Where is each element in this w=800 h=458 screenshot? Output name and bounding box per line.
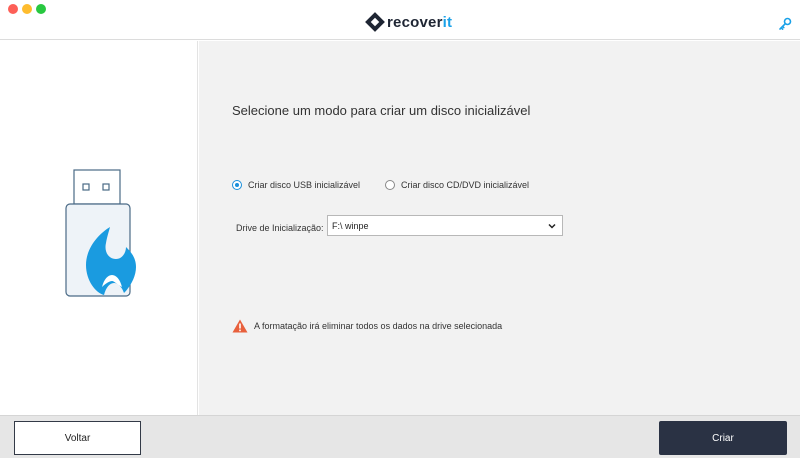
boot-drive-label: Drive de Inicialização: [236,223,324,233]
chevron-down-icon [548,223,556,229]
brand-suffix: it [442,13,453,31]
warning-icon [232,319,248,333]
app-title: recoverit [387,14,452,31]
mode-cd-dvd-label: Criar disco CD/DVD inicializável [401,180,530,190]
footer-bar: Voltar Criar [0,415,800,458]
key-icon[interactable] [778,17,792,31]
usb-drive-icon [65,169,136,297]
recoverit-logo-icon [365,12,385,32]
brand-prefix: recover [387,13,443,31]
page-title: Selecione um modo para criar um disco in… [232,103,531,118]
boot-drive-value: F:\ winpe [332,220,369,231]
mode-usb-label: Criar disco USB inicializável [248,180,361,190]
create-button[interactable]: Criar [659,421,787,455]
window-maximize-button[interactable] [36,4,46,14]
mode-cd-dvd-radio[interactable] [385,180,395,190]
app-logo: recoverit [365,12,452,32]
boot-drive-select[interactable]: F:\ winpe [327,215,563,236]
mode-usb-radio[interactable] [232,180,242,190]
title-bar: recoverit [0,0,800,40]
mode-cd-dvd-option[interactable]: Criar disco CD/DVD inicializável [385,180,529,190]
format-warning: A formatação irá eliminar todos os dados… [232,319,502,333]
warning-text: A formatação irá eliminar todos os dados… [254,321,503,331]
illustration-panel [0,41,198,415]
window-minimize-button[interactable] [22,4,32,14]
back-button[interactable]: Voltar [14,421,141,455]
main-panel: Selecione um modo para criar um disco in… [199,41,800,415]
mode-usb-option[interactable]: Criar disco USB inicializável [232,180,360,190]
window-close-button[interactable] [8,4,18,14]
